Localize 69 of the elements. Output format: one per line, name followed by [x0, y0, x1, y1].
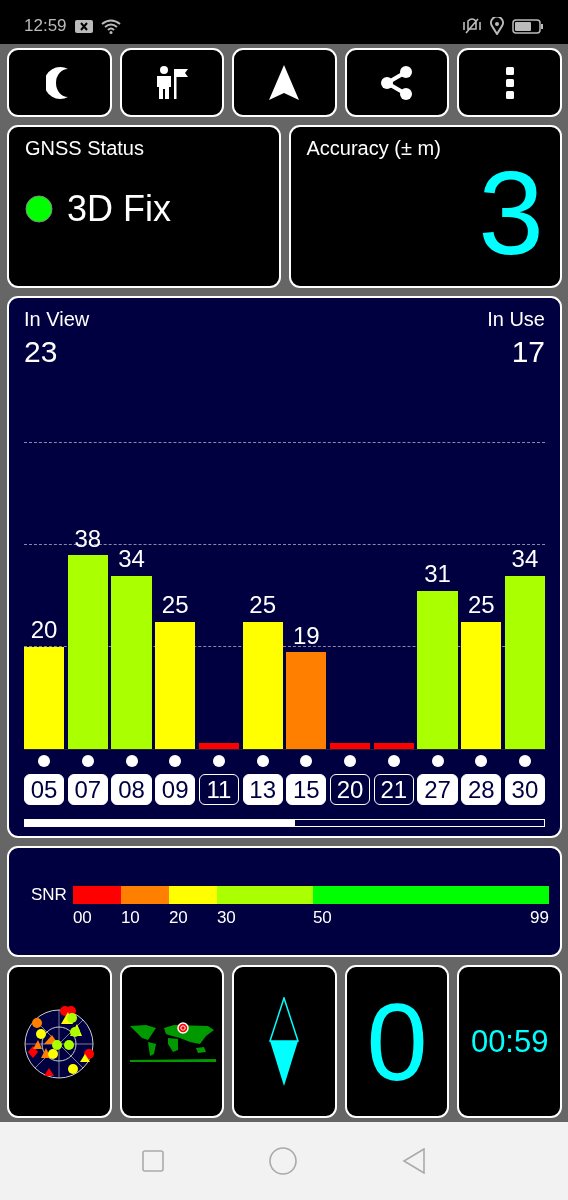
scale-tick: 00 [72, 907, 92, 928]
dot-icon [169, 755, 182, 767]
dot-icon [125, 755, 138, 767]
speed-value: 0 [366, 986, 428, 1097]
elapsed-time: 00:59 [470, 1023, 549, 1060]
dot-icon [344, 755, 357, 767]
fix-status: 3D Fix [67, 188, 171, 230]
satellite-id: 08 [111, 774, 152, 805]
satellite-id: 07 [67, 774, 108, 805]
snr-value: 38 [74, 524, 102, 553]
satellite-id: 28 [461, 774, 502, 805]
snr-value: 34 [511, 545, 539, 573]
snr-value: 19 [293, 621, 320, 650]
dot-icon [300, 755, 313, 767]
share-icon [380, 65, 415, 100]
notification-icon [74, 19, 93, 33]
location-icon [490, 17, 504, 35]
satellite-id: 20 [330, 774, 371, 805]
compass-needle-icon [268, 996, 301, 1087]
satellite-id: 15 [286, 774, 327, 805]
satellite-id: 11 [198, 774, 239, 805]
night-mode-button[interactable] [7, 48, 112, 117]
snr-value: 34 [118, 545, 145, 573]
compass-button[interactable] [232, 965, 337, 1118]
satellite-id: 27 [417, 774, 458, 805]
card-title: GNSS Status [25, 137, 144, 160]
dot-icon [256, 755, 269, 767]
scale-tick: 20 [168, 907, 188, 928]
world-map-button[interactable] [119, 965, 225, 1118]
more-icon [504, 66, 515, 99]
snr-value: 20 [30, 616, 58, 644]
dot-icon [475, 755, 488, 767]
dot-icon [81, 755, 94, 767]
waypoint-button[interactable] [119, 48, 225, 117]
battery-icon [512, 18, 544, 34]
wifi-icon [100, 18, 121, 34]
accuracy-value: 3 [478, 154, 544, 272]
satellite-id: 13 [242, 774, 283, 805]
satellite-id: 21 [373, 774, 414, 805]
satellite-id: 05 [24, 774, 65, 805]
dot-icon [518, 755, 531, 767]
status-time: 12:59 [24, 16, 67, 36]
snr-value: 25 [161, 590, 189, 619]
snr-label: SNR [31, 884, 67, 905]
dot-icon [38, 755, 51, 767]
snr-value: 25 [249, 590, 276, 619]
more-menu-button[interactable] [457, 48, 562, 117]
scale-tick: 30 [216, 907, 236, 928]
status-dot [25, 195, 53, 223]
dot-icon [431, 755, 444, 767]
in-view-count: 23 [24, 335, 58, 369]
navigation-arrow-icon [269, 64, 300, 101]
snr-value: 25 [467, 590, 495, 619]
dot-icon [387, 755, 400, 767]
scale-tick: 99 [530, 907, 549, 928]
in-use-label: In Use [487, 308, 545, 331]
scale-tick: 50 [312, 907, 332, 928]
in-use-count: 17 [511, 335, 545, 369]
card-title: Accuracy (± m) [306, 137, 441, 160]
sky-view-button[interactable] [7, 965, 112, 1118]
share-button[interactable] [344, 48, 450, 117]
snr-value: 31 [424, 560, 451, 588]
satellite-id: 30 [504, 774, 546, 805]
navigation-button[interactable] [232, 48, 337, 117]
vibrate-icon [462, 17, 482, 35]
satellite-id: 09 [155, 774, 196, 805]
in-view-label: In View [24, 308, 90, 331]
dot-icon [212, 755, 225, 767]
scale-tick: 10 [120, 907, 140, 928]
